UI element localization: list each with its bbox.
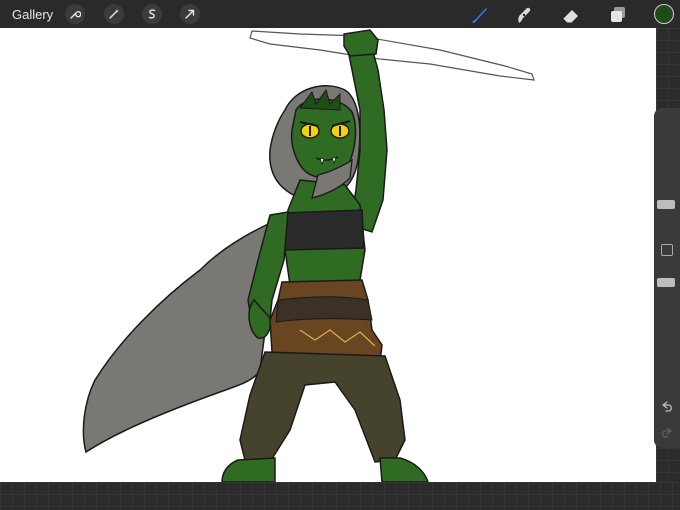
fist — [343, 29, 379, 57]
layers-icon[interactable] — [607, 4, 629, 26]
right-foot — [379, 457, 429, 482]
transform-arrow-icon[interactable] — [180, 4, 200, 24]
crop-top — [284, 209, 365, 251]
undo-icon[interactable] — [660, 400, 674, 414]
modify-square-icon[interactable] — [661, 244, 673, 256]
pants — [239, 351, 406, 463]
top-toolbar: Gallery — [0, 0, 680, 28]
gallery-button[interactable]: Gallery — [12, 7, 53, 22]
canvas-margin-bottom — [0, 482, 680, 510]
eraser-icon[interactable] — [560, 4, 582, 26]
left-foot — [221, 457, 276, 482]
redo-icon[interactable] — [660, 426, 674, 440]
selection-icon[interactable] — [142, 4, 162, 24]
magic-wand-icon[interactable] — [104, 4, 124, 24]
opacity-slider[interactable] — [657, 278, 675, 287]
sword-blade — [249, 30, 535, 81]
smudge-icon[interactable] — [512, 4, 534, 26]
drawing-canvas[interactable] — [0, 28, 656, 482]
brush-size-slider[interactable] — [657, 200, 675, 209]
wrench-icon[interactable] — [65, 4, 85, 24]
goblin-artwork — [82, 29, 535, 482]
brush-icon[interactable] — [468, 4, 490, 26]
sidebar-panel — [654, 108, 680, 448]
color-picker-swatch[interactable] — [654, 4, 674, 24]
